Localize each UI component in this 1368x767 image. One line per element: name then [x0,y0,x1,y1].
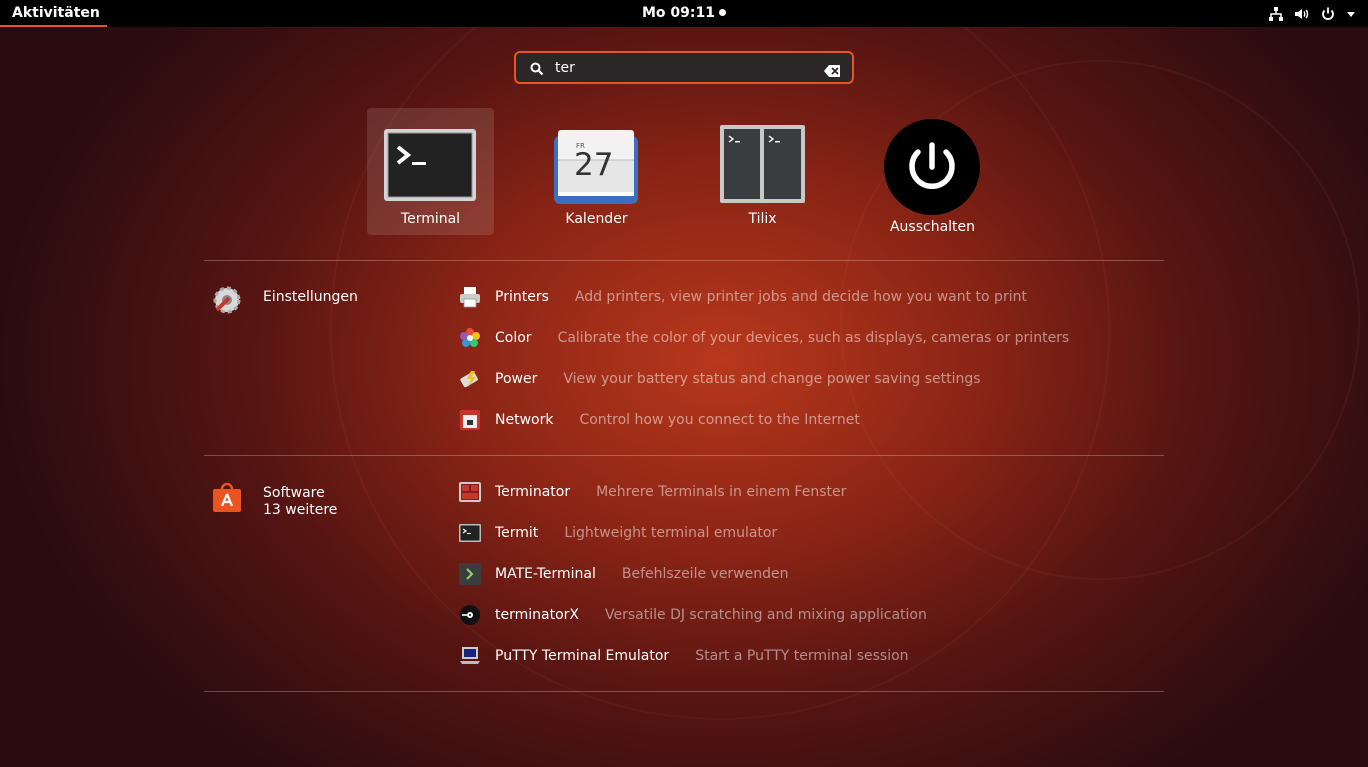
printer-icon [458,285,482,309]
terminatorx-icon [458,603,482,627]
calendar-date: 27 [574,147,614,183]
separator [204,260,1164,261]
result-name: Network [495,412,554,428]
result-description: Lightweight terminal emulator [564,525,778,541]
result-putty[interactable]: PuTTY Terminal Emulator Start a PuTTY te… [458,644,909,668]
putty-icon [458,644,482,668]
result-termit[interactable]: Termit Lightweight terminal emulator [458,521,777,545]
mate-terminal-icon [458,562,482,586]
search-box[interactable] [514,51,854,84]
app-ausschalten[interactable]: Ausschalten [869,108,996,243]
result-name: MATE-Terminal [495,566,596,582]
notification-dot-icon [719,9,726,16]
app-label: Ausschalten [889,219,976,235]
result-terminator[interactable]: Terminator Mehrere Terminals in einem Fe… [458,480,846,504]
provider-name: Software [263,485,325,501]
app-kalender[interactable]: FR 27 Kalender [533,108,660,235]
result-name: Power [495,371,538,387]
result-description: Start a PuTTY terminal session [695,648,909,664]
tilix-icon [720,125,805,207]
result-description: Versatile DJ scratching and mixing appli… [605,607,927,623]
result-name: Color [495,330,532,346]
result-description: Add printers, view printer jobs and deci… [574,289,1027,305]
power-icon[interactable] [1320,6,1336,22]
result-printers[interactable]: Printers Add printers, view printer jobs… [458,285,1027,309]
result-name: PuTTY Terminal Emulator [495,648,670,664]
clock[interactable]: Mo 09:11 [0,0,1368,27]
result-description: Control how you connect to the Internet [579,412,860,428]
provider-einstellungen[interactable]: Einstellungen [212,285,358,315]
result-power[interactable]: Power View your battery status and chang… [458,367,981,391]
terminal-icon [384,129,476,205]
search-icon [530,61,544,80]
result-name: Printers [495,289,549,305]
result-color[interactable]: Color Calibrate the color of your device… [458,326,1069,350]
app-label: Kalender [565,211,628,227]
result-network[interactable]: Network Control how you connect to the I… [458,408,860,432]
separator [204,455,1164,456]
result-description: Calibrate the color of your devices, suc… [557,330,1070,346]
result-name: Termit [495,525,539,541]
provider-software[interactable]: Software 13 weitere [212,482,337,518]
result-description: View your battery status and change powe… [563,371,981,387]
provider-name: Einstellungen [263,289,358,305]
network-settings-icon [458,408,482,432]
app-terminal[interactable]: Terminal [367,108,494,235]
result-name: Terminator [495,484,571,500]
settings-icon [212,285,242,315]
system-tray[interactable] [1268,0,1356,27]
power-settings-icon [458,367,482,391]
result-description: Befehlszeile verwenden [621,566,789,582]
app-tilix[interactable]: Tilix [699,108,826,235]
clock-label: Mo 09:11 [642,5,715,21]
provider-more: 13 weitere [263,502,338,518]
separator [204,691,1164,692]
calendar-icon: FR 27 [554,130,638,208]
search-input[interactable] [555,58,815,78]
volume-icon[interactable] [1294,6,1310,22]
top-bar: Aktivitäten Mo 09:11 [0,0,1368,27]
network-icon[interactable] [1268,6,1284,22]
software-icon [212,482,242,513]
result-description: Mehrere Terminals in einem Fenster [596,484,847,500]
result-mate-terminal[interactable]: MATE-Terminal Befehlszeile verwenden [458,562,789,586]
clear-search-icon[interactable] [824,62,840,81]
app-label: Tilix [748,211,777,227]
terminator-icon [458,480,482,504]
power-off-icon [884,119,980,219]
app-label: Terminal [400,211,461,227]
chevron-down-icon[interactable] [1346,6,1356,22]
result-terminatorx[interactable]: terminatorX Versatile DJ scratching and … [458,603,927,627]
color-icon [458,326,482,350]
result-name: terminatorX [495,607,579,623]
termit-icon [458,521,482,545]
